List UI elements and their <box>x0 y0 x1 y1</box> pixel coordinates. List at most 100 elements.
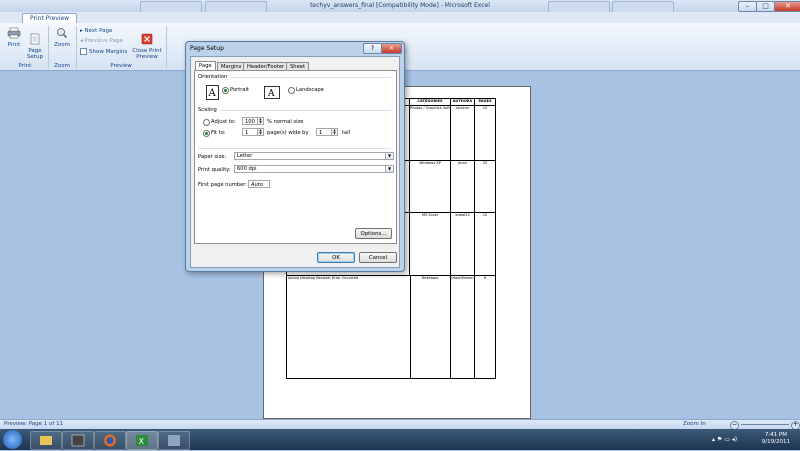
tall-label: tall <box>342 130 351 136</box>
svg-text:A: A <box>208 88 217 99</box>
group-divider <box>221 110 391 111</box>
firefox-taskbar-button[interactable] <box>94 431 126 450</box>
spinner-arrows-icon[interactable]: ▲ ▼ <box>331 129 337 135</box>
print-label: Print <box>7 42 21 48</box>
normal-size-label: % normal size <box>267 119 304 125</box>
start-button[interactable] <box>3 430 22 449</box>
table-header-cell: PAGES <box>475 99 496 106</box>
print-quality-label: Print quality: <box>198 167 231 173</box>
options-button[interactable]: Options... <box>355 228 392 239</box>
clock-time: 7:41 PM <box>764 432 787 438</box>
cancel-button[interactable]: Cancel <box>359 252 397 263</box>
maximize-button[interactable]: □ <box>756 1 775 12</box>
zoom-slider[interactable] <box>741 424 789 425</box>
portrait-page-icon: A <box>206 85 219 100</box>
ok-button[interactable]: OK <box>317 252 355 263</box>
page-setup-icon <box>30 33 40 45</box>
portrait-label: Portrait <box>230 87 250 93</box>
app-icon <box>168 435 180 446</box>
paper-size-label: Paper size: <box>198 154 227 160</box>
clock[interactable]: 7:41 PM 9/19/2011 <box>762 432 790 446</box>
zoom-label: Zoom <box>54 42 70 48</box>
zoom-button[interactable]: Zoom <box>52 27 72 48</box>
adjust-to-spinner[interactable]: 100 ▲ ▼ <box>242 117 264 125</box>
fit-tall-spinner[interactable]: 1 ▲ ▼ <box>316 128 338 136</box>
table-cell: Windows XP <box>410 161 451 213</box>
checkbox-icon <box>80 48 87 55</box>
landscape-label: Landscape <box>296 87 324 93</box>
help-button[interactable]: ? <box>363 43 382 54</box>
print-quality-value: 600 dpi <box>237 166 257 172</box>
group-label-zoom: Zoom <box>54 63 70 69</box>
firefox-icon <box>104 434 116 447</box>
group-label-preview: Preview <box>110 63 132 69</box>
table-cell: skumar <box>451 106 475 161</box>
explorer-taskbar-button[interactable] <box>30 431 62 450</box>
excel-taskbar-button[interactable]: X <box>126 431 158 450</box>
paper-size-select[interactable]: Letter ▼ <box>234 152 394 160</box>
chevron-down-icon[interactable]: ▼ <box>385 166 393 172</box>
chevron-down-icon[interactable]: ▼ <box>385 153 393 159</box>
zoom-in-button[interactable]: Zoom In <box>683 421 706 427</box>
landscape-radio[interactable] <box>288 87 295 94</box>
first-page-number-label: First page number: <box>198 182 248 188</box>
tab-panel-page: Orientation A Portrait A Landscape Scali… <box>194 70 397 244</box>
adjust-to-radio[interactable] <box>203 119 210 126</box>
table-cell: 10 <box>475 106 496 161</box>
landscape-page-icon: A <box>264 86 280 99</box>
previous-page-button[interactable]: ◂ Previous Page <box>80 38 123 45</box>
page-setup-dialog: Page Setup ? ✕ Page Margins Header/Foote… <box>185 41 405 272</box>
table-header-cell: CATEGORIES <box>410 99 451 106</box>
table-cell: MS Excel <box>410 213 451 276</box>
media-icon <box>71 434 85 447</box>
page-setup-button[interactable]: Page Setup <box>24 27 46 66</box>
window-title: techyv_answers_final [Compatibility Mode… <box>310 2 490 9</box>
fit-wide-value: 1 <box>245 130 249 136</box>
spinner-arrows-icon[interactable]: ▲ ▼ <box>257 129 263 135</box>
spinner-arrows-icon[interactable]: ▲ ▼ <box>257 118 263 124</box>
dialog-close-button[interactable]: ✕ <box>381 43 402 54</box>
close-print-preview-button[interactable]: Close Print Preview <box>130 27 164 66</box>
next-page-button[interactable]: ▸ Next Page <box>80 28 112 35</box>
adjust-to-value: 100 <box>245 119 255 125</box>
group-label-print: Print <box>18 63 32 69</box>
app-taskbar-button[interactable] <box>158 431 190 450</box>
table-cell: Desktops <box>410 276 451 379</box>
orientation-label: Orientation <box>198 74 228 80</box>
tray-icons[interactable]: ▴ ⚑ ▭ ◂) <box>712 436 737 443</box>
close-preview-icon <box>141 33 153 45</box>
close-window-button[interactable]: ✕ <box>774 1 800 12</box>
fit-wide-spinner[interactable]: 1 ▲ ▼ <box>242 128 264 136</box>
dialog-body: Page Margins Header/Footer Sheet Orienta… <box>190 56 400 268</box>
show-margins-checkbox[interactable]: Show Margins <box>80 48 127 56</box>
fit-to-radio[interactable] <box>203 130 210 137</box>
first-page-number-input[interactable]: Auto <box>248 180 270 188</box>
status-text: Preview: Page 1 of 11 <box>4 421 64 427</box>
table-cell: xdeal23 <box>451 213 475 276</box>
clock-date: 9/19/2011 <box>761 439 790 445</box>
table-header-cell: AUTHORS <box>451 99 475 106</box>
printer-icon <box>7 27 21 39</box>
pages-wide-by-label: page(s) wide by <box>267 130 309 136</box>
svg-text:A: A <box>267 89 275 99</box>
table-cell: Photos / Graphics Soft <box>410 106 451 161</box>
group-separator <box>76 26 77 68</box>
ribbon-tab-bar: Print Preview <box>0 12 800 24</box>
fit-to-label: Fit to: <box>211 130 226 136</box>
fit-tall-value: 1 <box>319 130 323 136</box>
print-quality-select[interactable]: 600 dpi ▼ <box>234 165 394 173</box>
portrait-radio[interactable] <box>222 87 229 94</box>
excel-icon: X <box>136 435 148 446</box>
next-page-label: Next Page <box>84 28 113 34</box>
title-bar: techyv_answers_final [Compatibility Mode… <box>0 0 800 13</box>
scaling-label: Scaling <box>198 107 217 113</box>
page-setup-label: Page Setup <box>26 48 43 60</box>
group-separator <box>48 26 49 68</box>
adjust-to-label: Adjust to: <box>211 119 236 125</box>
show-margins-label: Show Margins <box>89 49 128 55</box>
media-taskbar-button[interactable] <box>62 431 94 450</box>
table-cell: 6 <box>475 276 496 379</box>
folder-icon <box>40 436 52 445</box>
minimize-button[interactable]: – <box>738 1 757 12</box>
print-button[interactable]: Print <box>4 27 24 48</box>
